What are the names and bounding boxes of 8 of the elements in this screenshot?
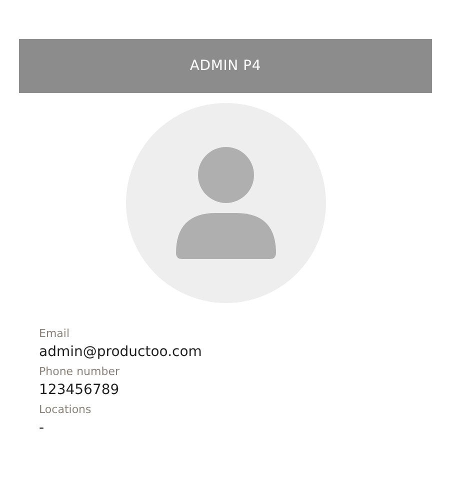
field-value: admin@productoo.com — [39, 343, 202, 361]
field-label: Locations — [39, 403, 92, 417]
avatar-icon — [126, 103, 326, 303]
field-value: - — [39, 419, 44, 437]
field-label: Email — [39, 327, 70, 341]
field-label: Phone number — [39, 365, 120, 379]
field-value: 123456789 — [39, 381, 120, 399]
profile-title: ADMIN P4 — [190, 58, 262, 74]
